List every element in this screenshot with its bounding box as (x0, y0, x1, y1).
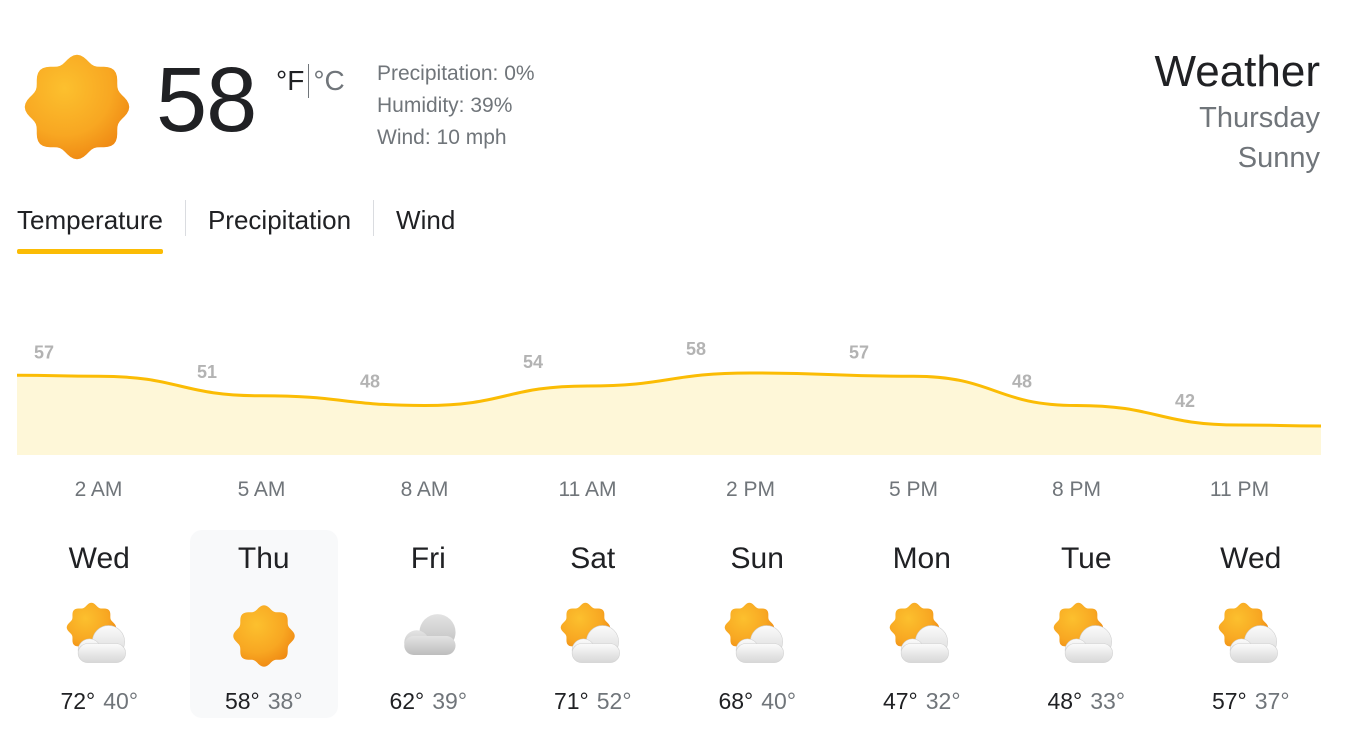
day-forecast-fri[interactable]: Fri 62° 39° (354, 530, 502, 718)
sunny-icon (24, 54, 130, 160)
low-temperature: 52° (596, 688, 632, 714)
partly-cloudy-icon (724, 602, 785, 663)
day-forecast-tue[interactable]: Tue 48° 33° (1012, 530, 1160, 718)
day-temperatures: 71° 52° (519, 686, 667, 716)
tab-wind[interactable]: Wind (396, 198, 455, 254)
temperature-value-label: 51 (197, 362, 217, 382)
hour-tick-label[interactable]: 11 AM (538, 478, 638, 502)
hour-axis: 2 AM 5 AM 8 AM 11 AM 2 PM 5 PM 8 PM 11 PM (0, 478, 1350, 508)
temperature-value-label: 58 (686, 339, 706, 359)
current-details: Precipitation: 0% Humidity: 39% Wind: 10… (377, 58, 535, 154)
weather-widget: 58 °F °C Precipitation: 0% Humidity: 39%… (0, 0, 1350, 736)
low-temperature: 32° (925, 688, 961, 714)
day-name: Thu (237, 542, 290, 575)
temperature-value-label: 48 (1012, 372, 1032, 392)
page-title: Weather (1154, 47, 1321, 96)
high-temperature: 68° (718, 688, 754, 714)
day-temperatures: 57° 37° (1177, 686, 1325, 716)
humidity-text: Humidity: 39% (377, 94, 513, 117)
current-day: Thursday (1199, 102, 1320, 134)
day-name: Mon (892, 542, 951, 575)
day-forecast-mon[interactable]: Mon 47° 32° (848, 530, 996, 718)
hour-tick-label[interactable]: 5 AM (212, 478, 312, 502)
day-temperatures: 48° 33° (1012, 686, 1160, 716)
temperature-value-label: 57 (34, 342, 54, 362)
hour-tick-label[interactable]: 11 PM (1190, 478, 1290, 502)
day-temperatures: 68° 40° (683, 686, 831, 716)
day-forecast-thu[interactable]: Thu 58° 38° (189, 530, 338, 718)
tab-divider (373, 200, 375, 236)
day-temperatures: 62° 39° (354, 686, 502, 716)
unit-divider (308, 64, 310, 98)
partly-cloudy-icon (889, 602, 949, 663)
partly-cloudy-icon (560, 602, 620, 663)
day-temperatures: 47° 32° (848, 686, 996, 716)
tab-temperature[interactable]: Temperature (17, 198, 163, 254)
day-temperatures: 72° 40° (25, 686, 173, 716)
day-temperatures: 58° 38° (190, 686, 338, 716)
low-temperature: 39° (432, 688, 468, 714)
high-temperature: 47° (882, 688, 918, 714)
low-temperature: 37° (1254, 688, 1290, 714)
hour-tick-label[interactable]: 2 PM (701, 478, 801, 502)
celsius-button[interactable]: °C (313, 64, 344, 98)
low-temperature: 38° (267, 688, 303, 714)
day-name: Wed (1220, 542, 1282, 575)
hour-tick-label[interactable]: 5 PM (864, 478, 964, 502)
sunny-icon (232, 605, 295, 667)
high-temperature: 48° (1047, 688, 1083, 714)
cloudy-icon (404, 614, 456, 655)
high-temperature: 57° (1211, 688, 1247, 714)
day-name: Fri (410, 542, 446, 575)
weather-title-block: Weather Thursday Sunny (1155, 46, 1321, 178)
current-condition: Sunny (1237, 142, 1320, 174)
hour-tick-label[interactable]: 2 AM (49, 478, 149, 502)
current-temperature: 58 (156, 49, 257, 151)
partly-cloudy-icon (1218, 602, 1278, 663)
tab-bar: Temperature Precipitation Wind (17, 198, 455, 254)
low-temperature: 40° (761, 688, 797, 714)
high-temperature: 71° (553, 688, 589, 714)
day-forecast-wed[interactable]: Wed 72° 40° (25, 530, 173, 718)
temperature-chart: 57 51 48 54 58 57 48 42 (16, 339, 1322, 455)
day-name: Sat (570, 542, 616, 575)
tab-precipitation[interactable]: Precipitation (208, 198, 351, 254)
partly-cloudy-icon (66, 602, 127, 663)
temperature-value-label: 57 (849, 342, 869, 362)
daily-forecast: Wed 72° 40° Thu 58° 38° Fri 62° 39° Sat 71° 52° Sun 6… (17, 530, 1333, 720)
precipitation-text: Precipitation: 0% (377, 62, 535, 85)
partly-cloudy-icon (1053, 602, 1114, 663)
low-temperature: 40° (103, 688, 139, 714)
high-temperature: 62° (389, 688, 425, 714)
hour-tick-label[interactable]: 8 PM (1027, 478, 1127, 502)
hour-tick-label[interactable]: 8 AM (375, 478, 475, 502)
temperature-value-label: 54 (523, 352, 543, 372)
day-forecast-sun[interactable]: Sun 68° 40° (683, 530, 831, 718)
day-name: Tue (1060, 542, 1112, 575)
tab-divider (184, 200, 186, 236)
wind-text: Wind: 10 mph (377, 126, 507, 149)
day-name: Sun (730, 542, 784, 575)
day-forecast-sat[interactable]: Sat 71° 52° (519, 530, 667, 718)
low-temperature: 33° (1090, 688, 1126, 714)
temperature-value-label: 42 (1175, 391, 1195, 411)
unit-toggle: °F °C (276, 64, 345, 98)
temperature-value-label: 48 (360, 372, 380, 392)
high-temperature: 58° (224, 688, 260, 714)
temperature-area (17, 373, 1321, 455)
high-temperature: 72° (60, 688, 96, 714)
day-name: Wed (68, 542, 130, 575)
day-forecast-wed[interactable]: Wed 57° 37° (1177, 530, 1325, 718)
fahrenheit-button[interactable]: °F (276, 64, 304, 98)
